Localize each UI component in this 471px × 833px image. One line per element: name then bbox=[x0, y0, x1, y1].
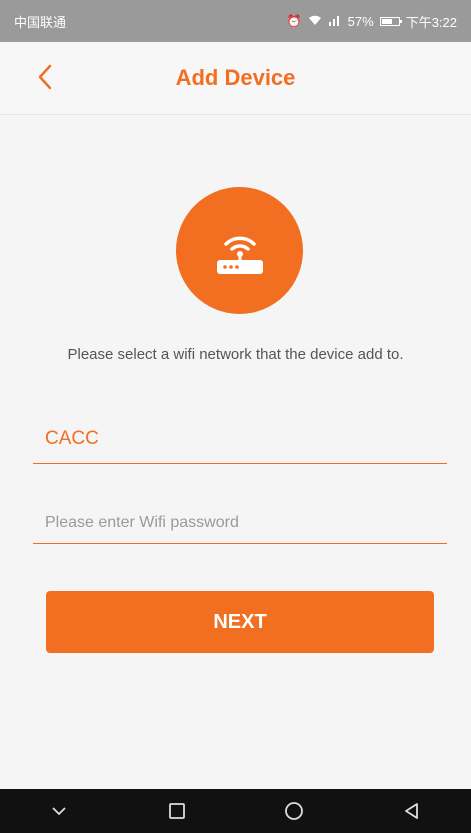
wifi-ssid-field[interactable]: CACC bbox=[33, 422, 447, 464]
nav-home-button[interactable] bbox=[274, 791, 314, 831]
app-header: Add Device bbox=[0, 42, 471, 115]
nav-back-button[interactable] bbox=[392, 791, 432, 831]
signal-icon bbox=[328, 14, 342, 29]
battery-icon bbox=[379, 16, 402, 26]
status-icons: ⏰ 57% 下午3:22 bbox=[287, 12, 457, 31]
nav-back-icon bbox=[405, 803, 419, 819]
alarm-icon: ⏰ bbox=[286, 14, 302, 28]
battery-percent: 57% bbox=[347, 13, 374, 29]
wifi-icon bbox=[308, 14, 322, 29]
status-bar: 中国联通 ⏰ 57% 下午3:22 bbox=[0, 0, 471, 42]
nav-down-button[interactable] bbox=[39, 791, 79, 831]
system-nav-bar bbox=[0, 789, 471, 833]
page-title: Add Device bbox=[175, 65, 296, 90]
next-button[interactable]: NEXT bbox=[46, 591, 434, 653]
wifi-password-field bbox=[33, 502, 447, 544]
instruction-text: Please select a wifi network that the de… bbox=[67, 346, 404, 363]
nav-recents-button[interactable] bbox=[157, 791, 197, 831]
wifi-password-input[interactable] bbox=[33, 502, 447, 543]
router-illustration bbox=[176, 187, 303, 314]
wifi-ssid-value: CACC bbox=[45, 428, 99, 449]
nav-circle-icon bbox=[285, 802, 304, 820]
chevron-left-icon bbox=[38, 64, 52, 90]
router-wifi-icon bbox=[216, 236, 263, 274]
nav-square-icon bbox=[168, 803, 185, 819]
nav-down-icon bbox=[52, 807, 66, 816]
back-button[interactable] bbox=[30, 62, 60, 92]
status-time: 下午3:22 bbox=[405, 14, 457, 30]
carrier-label: 中国联通 bbox=[14, 14, 67, 30]
